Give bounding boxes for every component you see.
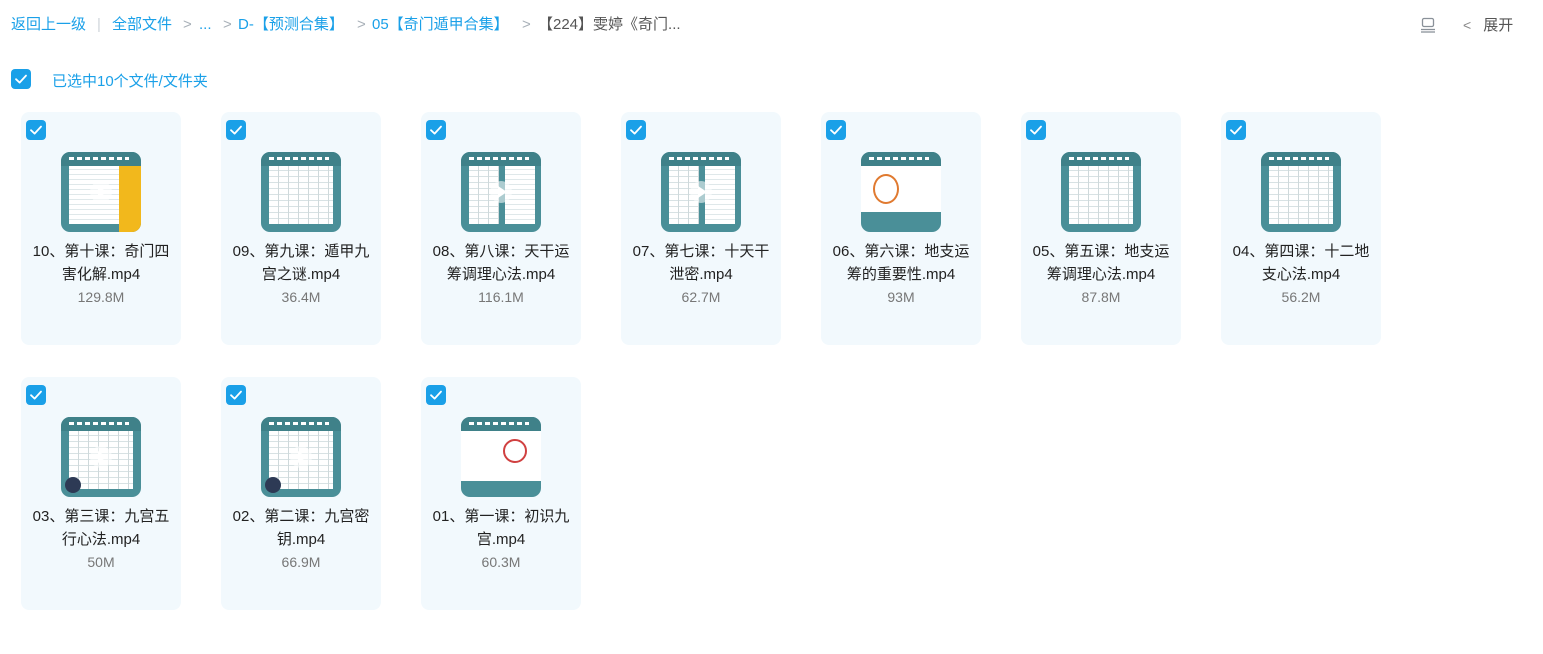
file-checkbox[interactable]	[426, 385, 446, 405]
file-name[interactable]: 01、第一课：初识九宫.mp4	[427, 505, 575, 551]
file-card[interactable]: 08、第八课：天干运筹调理心法.mp4 116.1M	[421, 112, 581, 345]
top-bar: 返回上一级 | 全部文件 > ... > D-【预测合集】 > 05【奇门遁甲合…	[0, 0, 1543, 48]
file-size: 87.8M	[1081, 289, 1121, 305]
breadcrumb-folder-qimen[interactable]: 05【奇门遁甲合集】	[372, 15, 509, 35]
file-name[interactable]: 06、第六课：地支运筹的重要性.mp4	[827, 240, 975, 286]
play-icon	[90, 446, 112, 468]
video-thumbnail[interactable]	[61, 152, 141, 232]
file-name[interactable]: 02、第二课：九宫密钥.mp4	[227, 505, 375, 551]
file-checkbox[interactable]	[1026, 120, 1046, 140]
file-name[interactable]: 09、第九课：遁甲九宫之谜.mp4	[227, 240, 375, 286]
video-thumbnail[interactable]	[661, 152, 741, 232]
file-size: 62.7M	[681, 289, 721, 305]
check-icon	[1230, 125, 1242, 135]
breadcrumb-divider: |	[97, 16, 101, 33]
check-icon	[230, 390, 242, 400]
play-icon	[690, 181, 712, 203]
video-thumbnail[interactable]	[1061, 152, 1141, 232]
check-icon	[630, 125, 642, 135]
file-checkbox[interactable]	[26, 120, 46, 140]
file-size: 66.9M	[281, 554, 321, 570]
file-card[interactable]: 06、第六课：地支运筹的重要性.mp4 93M	[821, 112, 981, 345]
file-card[interactable]: 03、第三课：九宫五行心法.mp4 50M	[21, 377, 181, 610]
back-link[interactable]: 返回上一级	[11, 15, 86, 35]
file-checkbox[interactable]	[426, 120, 446, 140]
expand-button[interactable]: < 展开	[1463, 14, 1513, 35]
file-name[interactable]: 08、第八课：天干运筹调理心法.mp4	[427, 240, 575, 286]
file-checkbox[interactable]	[226, 120, 246, 140]
video-thumbnail[interactable]	[461, 152, 541, 232]
video-thumbnail[interactable]	[261, 417, 341, 497]
file-size: 56.2M	[1281, 289, 1321, 305]
list-view-icon[interactable]	[1420, 17, 1436, 33]
file-size: 129.8M	[77, 289, 125, 305]
file-checkbox[interactable]	[826, 120, 846, 140]
chevron-right-icon: >	[357, 16, 366, 33]
file-name[interactable]: 05、第五课：地支运筹调理心法.mp4	[1027, 240, 1175, 286]
check-icon	[430, 125, 442, 135]
file-size: 116.1M	[478, 289, 524, 305]
file-card[interactable]: 04、第四课：十二地支心法.mp4 56.2M	[1221, 112, 1381, 345]
file-name[interactable]: 07、第七课：十天干泄密.mp4	[627, 240, 775, 286]
file-name[interactable]: 10、第十课：奇门四害化解.mp4	[27, 240, 175, 286]
breadcrumb-all-files[interactable]: 全部文件	[112, 15, 172, 35]
video-thumbnail[interactable]	[861, 152, 941, 232]
chevron-right-icon: >	[223, 16, 232, 33]
check-icon	[830, 125, 842, 135]
video-thumbnail[interactable]	[261, 152, 341, 232]
check-icon	[1030, 125, 1042, 135]
expand-label: 展开	[1483, 17, 1514, 34]
check-icon	[430, 390, 442, 400]
video-thumbnail[interactable]	[461, 417, 541, 497]
file-checkbox[interactable]	[26, 385, 46, 405]
breadcrumb-ellipsis[interactable]: ...	[199, 15, 212, 35]
breadcrumb-current: 【224】雯婷《奇门...	[538, 16, 681, 33]
file-checkbox[interactable]	[226, 385, 246, 405]
chevron-right-icon: >	[522, 16, 531, 33]
check-icon	[30, 125, 42, 135]
file-name[interactable]: 04、第四课：十二地支心法.mp4	[1227, 240, 1375, 286]
video-thumbnail[interactable]	[1261, 152, 1341, 232]
file-card[interactable]: 07、第七课：十天干泄密.mp4 62.7M	[621, 112, 781, 345]
play-icon	[490, 181, 512, 203]
file-card[interactable]: 05、第五课：地支运筹调理心法.mp4 87.8M	[1021, 112, 1181, 345]
file-size: 93M	[887, 289, 915, 305]
file-name[interactable]: 03、第三课：九宫五行心法.mp4	[27, 505, 175, 551]
file-card[interactable]: 01、第一课：初识九宫.mp4 60.3M	[421, 377, 581, 610]
file-checkbox[interactable]	[626, 120, 646, 140]
file-size: 50M	[87, 554, 115, 570]
selection-bar: 已选中10个文件/文件夹	[11, 69, 208, 91]
check-icon	[230, 125, 242, 135]
play-icon	[290, 446, 312, 468]
file-size: 60.3M	[481, 554, 521, 570]
file-card[interactable]: 02、第二课：九宫密钥.mp4 66.9M	[221, 377, 381, 610]
select-all-checkbox[interactable]	[11, 69, 31, 89]
file-checkbox[interactable]	[1226, 120, 1246, 140]
breadcrumb-folder-prediction[interactable]: D-【预测合集】	[238, 15, 344, 35]
file-card[interactable]: 10、第十课：奇门四害化解.mp4 129.8M	[21, 112, 181, 345]
selection-count: 已选中10个文件/文件夹	[52, 73, 208, 90]
check-icon	[15, 74, 27, 84]
file-size: 36.4M	[281, 289, 321, 305]
check-icon	[30, 390, 42, 400]
play-icon	[90, 181, 112, 203]
chevron-right-icon: >	[183, 16, 192, 33]
chevron-left-icon: <	[1463, 17, 1472, 33]
file-card[interactable]: 09、第九课：遁甲九宫之谜.mp4 36.4M	[221, 112, 381, 345]
video-thumbnail[interactable]	[61, 417, 141, 497]
